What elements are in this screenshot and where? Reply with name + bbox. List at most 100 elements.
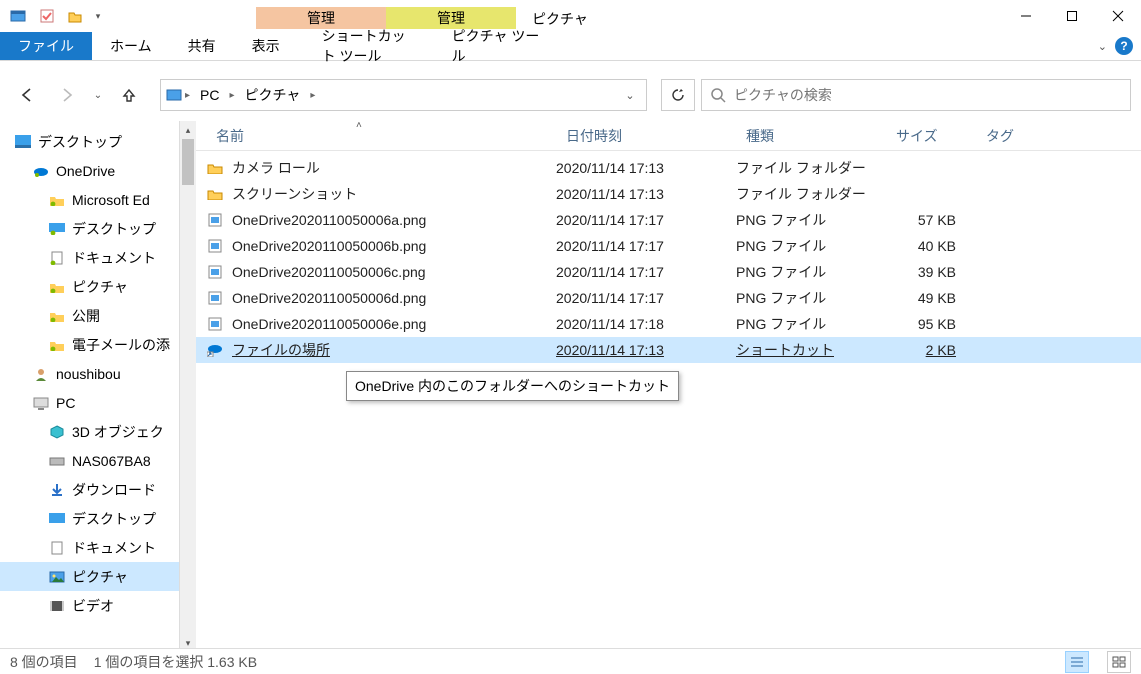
list-item-selected[interactable]: ファイルの場所 2020/11/14 17:13 ショートカット 2 KB — [196, 337, 1141, 363]
ribbon-tab-file[interactable]: ファイル — [0, 32, 92, 60]
nav-item-3d-objects[interactable]: 3D オブジェク — [0, 417, 196, 446]
scroll-thumb[interactable] — [182, 139, 194, 185]
folder-icon — [206, 185, 224, 203]
titlebar: ▾ 管理 管理 ピクチャ — [0, 0, 1141, 32]
ribbon-tab-view[interactable]: 表示 — [234, 32, 298, 60]
breadcrumb-pictures[interactable]: ピクチャ — [237, 80, 309, 110]
nav-item-od-email[interactable]: 電子メールの添 — [0, 330, 196, 359]
qat-newfolder-button[interactable] — [62, 0, 88, 32]
refresh-button[interactable] — [661, 79, 695, 111]
qat-properties-button[interactable] — [34, 0, 60, 32]
shortcut-icon — [206, 341, 224, 359]
list-item[interactable]: OneDrive2020110050006a.png 2020/11/14 17… — [196, 207, 1141, 233]
list-item[interactable]: OneDrive2020110050006d.png 2020/11/14 17… — [196, 285, 1141, 311]
pc-icon — [32, 394, 50, 412]
nav-item-pc-documents[interactable]: ドキュメント — [0, 533, 196, 562]
search-box[interactable] — [701, 79, 1131, 111]
address-history-dropdown[interactable]: ⌄ — [618, 80, 642, 110]
nav-item-desktop[interactable]: デスクトップ — [0, 127, 196, 156]
nav-item-pc-desktop[interactable]: デスクトップ — [0, 504, 196, 533]
file-list: カメラ ロール 2020/11/14 17:13 ファイル フォルダー スクリー… — [196, 151, 1141, 367]
ribbon-tab-picture-tools[interactable]: ピクチャ ツール — [434, 32, 564, 60]
nav-item-od-desktop[interactable]: デスクトップ — [0, 214, 196, 243]
onedrive-icon — [32, 162, 50, 180]
search-icon — [710, 87, 726, 103]
view-details-button[interactable] — [1065, 651, 1089, 673]
image-file-icon — [206, 315, 224, 333]
nav-item-onedrive[interactable]: OneDrive — [0, 156, 196, 185]
quick-access-toolbar: ▾ — [0, 0, 110, 32]
nav-scrollbar[interactable]: ▴ ▾ — [179, 121, 196, 652]
close-button[interactable] — [1095, 0, 1141, 32]
desktop-icon — [14, 133, 32, 151]
nav-item-pc-videos[interactable]: ビデオ — [0, 591, 196, 620]
help-icon[interactable]: ? — [1115, 37, 1133, 55]
tooltip: OneDrive 内のこのフォルダーへのショートカット — [346, 371, 679, 401]
list-item[interactable]: カメラ ロール 2020/11/14 17:13 ファイル フォルダー — [196, 155, 1141, 181]
image-file-icon — [206, 289, 224, 307]
ribbon-expand-icon[interactable]: ⌄ — [1098, 40, 1107, 53]
nav-up-button[interactable] — [112, 81, 146, 109]
nav-item-nas[interactable]: NAS067BA8 — [0, 446, 196, 475]
column-header-tag[interactable]: タグ — [976, 121, 1056, 150]
folder-icon — [48, 336, 66, 354]
image-file-icon — [206, 211, 224, 229]
status-bar: 8 個の項目 1 個の項目を選択 1.63 KB — [0, 648, 1141, 674]
nav-item-od-documents[interactable]: ドキュメント — [0, 243, 196, 272]
navigation-bar: ⌄ ▸ PC ▸ ピクチャ ▸ ⌄ — [0, 73, 1141, 117]
3d-objects-icon — [48, 423, 66, 441]
ribbon-tab-share[interactable]: 共有 — [170, 32, 234, 60]
user-icon — [32, 365, 50, 383]
documents-icon — [48, 249, 66, 267]
ribbon-tabs: ファイル ホーム 共有 表示 ショートカット ツール ピクチャ ツール ⌄ ? — [0, 32, 1141, 60]
nav-back-button[interactable] — [10, 81, 44, 109]
list-item[interactable]: OneDrive2020110050006b.png 2020/11/14 17… — [196, 233, 1141, 259]
qat-customize-dropdown[interactable]: ▾ — [90, 0, 106, 32]
column-header-name[interactable]: 名前 — [206, 121, 556, 150]
list-item[interactable]: スクリーンショット 2020/11/14 17:13 ファイル フォルダー — [196, 181, 1141, 207]
sort-ascending-icon: ˄ — [356, 120, 362, 131]
address-folder-icon — [165, 86, 183, 104]
column-header-type[interactable]: 種類 — [736, 121, 886, 150]
nav-item-ms-edge[interactable]: Microsoft Ed — [0, 185, 196, 214]
nav-item-downloads[interactable]: ダウンロード — [0, 475, 196, 504]
desktop-icon — [48, 510, 66, 528]
search-input[interactable] — [734, 87, 1122, 103]
address-bar[interactable]: ▸ PC ▸ ピクチャ ▸ ⌄ — [160, 79, 647, 111]
ribbon-tab-shortcut-tools[interactable]: ショートカット ツール — [304, 32, 434, 60]
image-file-icon — [206, 263, 224, 281]
nav-forward-button[interactable] — [50, 81, 84, 109]
documents-icon — [48, 539, 66, 557]
file-list-pane: ˄ 名前 日付時刻 種類 サイズ タグ カメラ ロール 2020/11/14 1… — [196, 121, 1141, 652]
downloads-icon — [48, 481, 66, 499]
pictures-icon — [48, 568, 66, 586]
column-headers: ˄ 名前 日付時刻 種類 サイズ タグ — [196, 121, 1141, 151]
maximize-button[interactable] — [1049, 0, 1095, 32]
nav-item-od-pictures[interactable]: ピクチャ — [0, 272, 196, 301]
navigation-pane: デスクトップ OneDrive Microsoft Ed デスクトップ ドキュメ… — [0, 121, 196, 652]
nav-item-pc[interactable]: PC — [0, 388, 196, 417]
breadcrumb-sep-icon[interactable]: ▸ — [308, 90, 317, 101]
desktop-icon — [48, 220, 66, 238]
nav-history-dropdown[interactable]: ⌄ — [90, 81, 106, 109]
breadcrumb-sep-icon[interactable]: ▸ — [227, 90, 236, 101]
drive-icon — [48, 452, 66, 470]
nav-item-pc-pictures[interactable]: ピクチャ — [0, 562, 196, 591]
breadcrumb-pc[interactable]: PC — [192, 80, 227, 110]
breadcrumb-sep-icon[interactable]: ▸ — [183, 90, 192, 101]
pictures-icon — [48, 278, 66, 296]
minimize-button[interactable] — [1003, 0, 1049, 32]
list-item[interactable]: OneDrive2020110050006c.png 2020/11/14 17… — [196, 259, 1141, 285]
column-header-date[interactable]: 日付時刻 — [556, 121, 736, 150]
status-item-count: 8 個の項目 — [10, 652, 78, 672]
ribbon-tab-home[interactable]: ホーム — [92, 32, 170, 60]
scroll-up-icon[interactable]: ▴ — [180, 121, 196, 139]
view-thumbnails-button[interactable] — [1107, 651, 1131, 673]
nav-item-od-public[interactable]: 公開 — [0, 301, 196, 330]
system-menu-icon[interactable] — [8, 6, 28, 26]
column-header-size[interactable]: サイズ — [886, 121, 976, 150]
folder-icon — [48, 307, 66, 325]
list-item[interactable]: OneDrive2020110050006e.png 2020/11/14 17… — [196, 311, 1141, 337]
nav-item-noushibou[interactable]: noushibou — [0, 359, 196, 388]
folder-icon — [206, 159, 224, 177]
